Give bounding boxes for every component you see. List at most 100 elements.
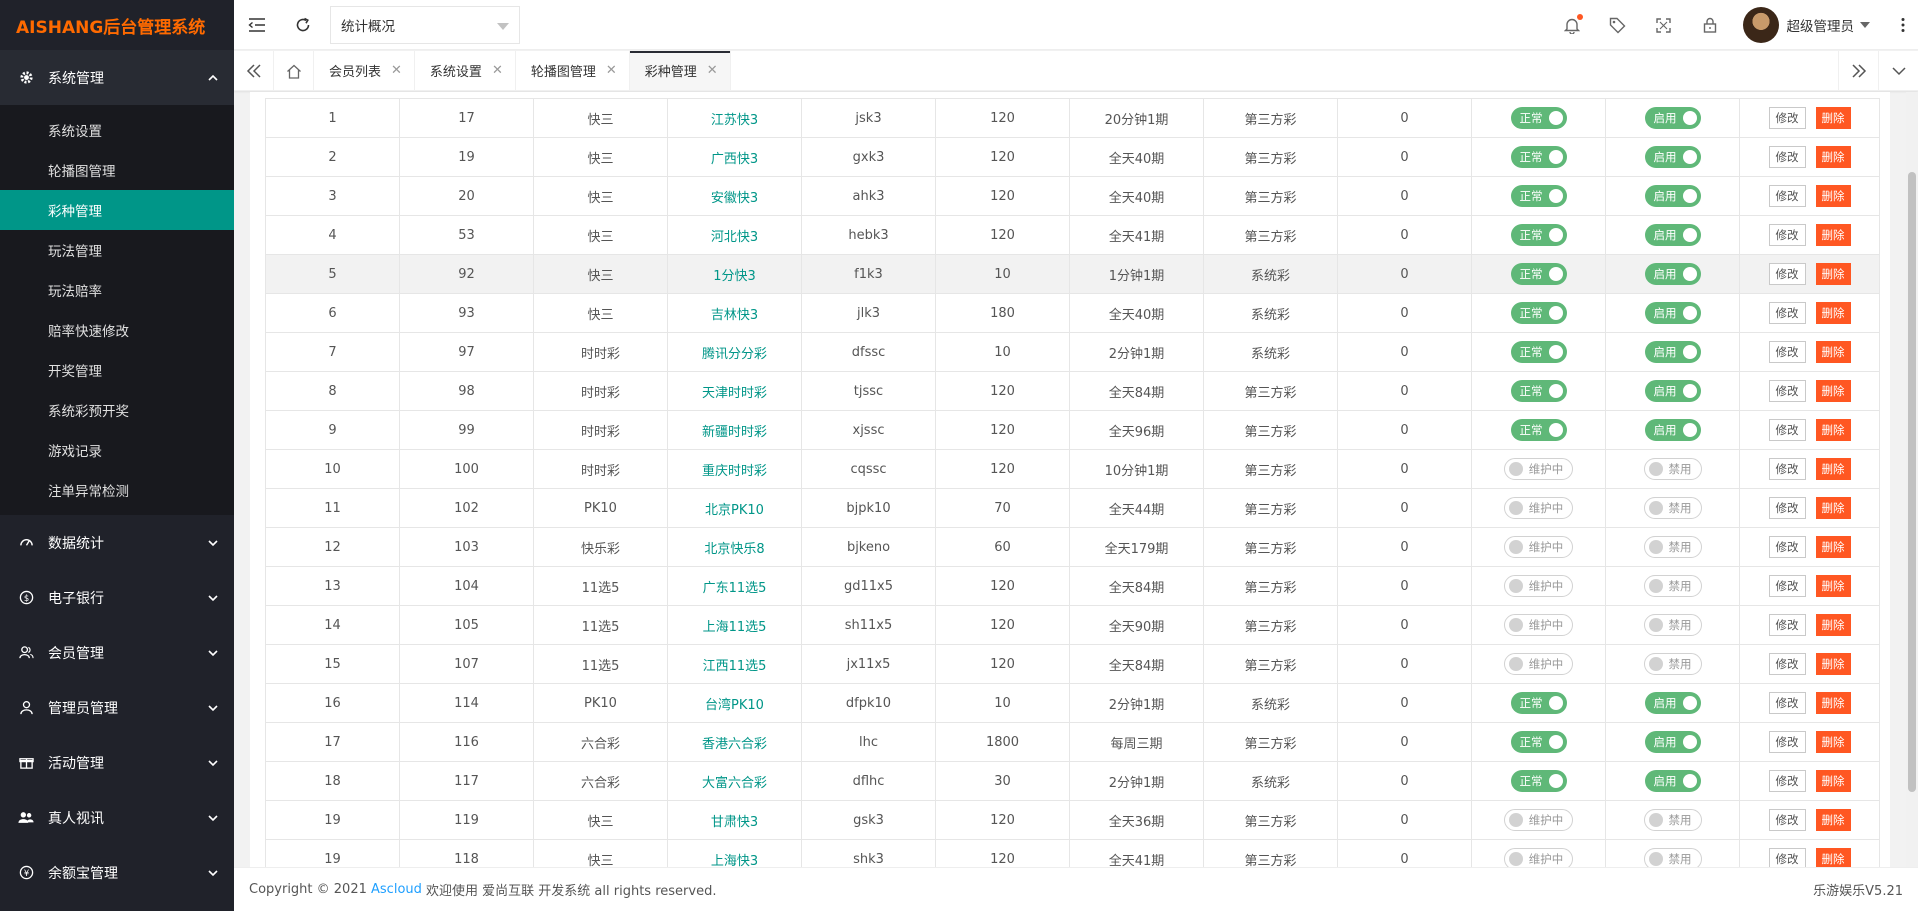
- edit-button[interactable]: 修改: [1768, 770, 1806, 792]
- enabled-switch[interactable]: 禁用: [1643, 536, 1702, 558]
- edit-button[interactable]: 修改: [1768, 809, 1806, 831]
- nav-head-members[interactable]: 会员管理: [0, 625, 234, 680]
- tab-members[interactable]: 会员列表 ✕: [314, 51, 415, 90]
- edit-button[interactable]: 修改: [1768, 146, 1806, 168]
- delete-button[interactable]: 删除: [1815, 263, 1851, 285]
- edit-button[interactable]: 修改: [1768, 575, 1806, 597]
- edit-button[interactable]: 修改: [1768, 497, 1806, 519]
- delete-button[interactable]: 删除: [1815, 146, 1851, 168]
- status-switch[interactable]: 维护中: [1503, 575, 1574, 597]
- avatar[interactable]: [1742, 7, 1779, 43]
- vertical-scrollbar[interactable]: [1906, 92, 1918, 867]
- delete-button[interactable]: 删除: [1815, 770, 1851, 792]
- delete-button[interactable]: 删除: [1815, 497, 1851, 519]
- delete-button[interactable]: 删除: [1815, 809, 1851, 831]
- status-switch[interactable]: 正常: [1510, 224, 1567, 246]
- delete-button[interactable]: 删除: [1815, 185, 1851, 207]
- edit-button[interactable]: 修改: [1768, 302, 1806, 324]
- edit-button[interactable]: 修改: [1768, 692, 1806, 714]
- enabled-switch[interactable]: 启用: [1644, 224, 1701, 246]
- notification-button[interactable]: [1549, 0, 1595, 50]
- status-switch[interactable]: 维护中: [1503, 809, 1574, 831]
- delete-button[interactable]: 删除: [1815, 341, 1851, 363]
- enabled-switch[interactable]: 启用: [1644, 146, 1701, 168]
- status-switch[interactable]: 维护中: [1503, 614, 1574, 636]
- enabled-switch[interactable]: 启用: [1644, 107, 1701, 129]
- status-switch[interactable]: 正常: [1510, 107, 1567, 129]
- edit-button[interactable]: 修改: [1768, 341, 1806, 363]
- delete-button[interactable]: 删除: [1815, 653, 1851, 675]
- close-icon[interactable]: ✕: [391, 63, 402, 78]
- overview-select[interactable]: 统计概况: [330, 5, 520, 44]
- nav-head-admins[interactable]: 管理员管理: [0, 680, 234, 735]
- delete-button[interactable]: 删除: [1815, 731, 1851, 753]
- tabs-menu-button[interactable]: [1878, 51, 1918, 91]
- sidebar-item-quick-odds[interactable]: 赔率快速修改: [0, 310, 234, 350]
- tab-system-settings[interactable]: 系统设置 ✕: [415, 51, 516, 90]
- delete-button[interactable]: 删除: [1815, 575, 1851, 597]
- status-switch[interactable]: 正常: [1510, 146, 1567, 168]
- edit-button[interactable]: 修改: [1768, 653, 1806, 675]
- nav-head-live-video[interactable]: 真人视讯: [0, 790, 234, 845]
- enabled-switch[interactable]: 启用: [1644, 419, 1701, 441]
- status-switch[interactable]: 维护中: [1503, 458, 1574, 480]
- delete-button[interactable]: 删除: [1815, 692, 1851, 714]
- enabled-switch[interactable]: 启用: [1644, 302, 1701, 324]
- enabled-switch[interactable]: 启用: [1644, 380, 1701, 402]
- status-switch[interactable]: 正常: [1510, 419, 1567, 441]
- sidebar-item-game-records[interactable]: 游戏记录: [0, 430, 234, 470]
- menu-toggle-button[interactable]: [234, 0, 280, 50]
- nav-head-bank[interactable]: $ 电子银行: [0, 570, 234, 625]
- edit-button[interactable]: 修改: [1768, 731, 1806, 753]
- more-button[interactable]: [1888, 0, 1918, 50]
- edit-button[interactable]: 修改: [1768, 107, 1806, 129]
- status-switch[interactable]: 正常: [1510, 692, 1567, 714]
- enabled-switch[interactable]: 启用: [1644, 341, 1701, 363]
- enabled-switch[interactable]: 禁用: [1643, 809, 1702, 831]
- sidebar-item-draw-management[interactable]: 开奖管理: [0, 350, 234, 390]
- scrollbar-thumb[interactable]: [1908, 172, 1916, 792]
- enabled-switch[interactable]: 启用: [1644, 263, 1701, 285]
- sidebar-item-system-settings[interactable]: 系统设置: [0, 110, 234, 150]
- edit-button[interactable]: 修改: [1768, 263, 1806, 285]
- enabled-switch[interactable]: 禁用: [1643, 575, 1702, 597]
- tab-lottery-types[interactable]: 彩种管理 ✕: [629, 51, 731, 90]
- status-switch[interactable]: 正常: [1510, 302, 1567, 324]
- status-switch[interactable]: 维护中: [1503, 536, 1574, 558]
- sidebar-item-carousel[interactable]: 轮播图管理: [0, 150, 234, 190]
- lock-screen-button[interactable]: [1687, 0, 1733, 50]
- sidebar-item-lottery-types[interactable]: 彩种管理: [0, 190, 234, 230]
- enabled-switch[interactable]: 启用: [1644, 770, 1701, 792]
- delete-button[interactable]: 删除: [1815, 302, 1851, 324]
- enabled-switch[interactable]: 启用: [1644, 185, 1701, 207]
- delete-button[interactable]: 删除: [1815, 458, 1851, 480]
- theme-button[interactable]: [1595, 0, 1641, 50]
- sidebar-item-bet-anomaly[interactable]: 注单异常检测: [0, 470, 234, 510]
- refresh-button[interactable]: [280, 0, 326, 50]
- delete-button[interactable]: 删除: [1815, 380, 1851, 402]
- app-logo[interactable]: AISHANG后台管理系统: [0, 0, 234, 50]
- enabled-switch[interactable]: 启用: [1644, 731, 1701, 753]
- status-switch[interactable]: 正常: [1510, 341, 1567, 363]
- status-switch[interactable]: 正常: [1510, 380, 1567, 402]
- status-switch[interactable]: 正常: [1510, 185, 1567, 207]
- delete-button[interactable]: 删除: [1815, 419, 1851, 441]
- delete-button[interactable]: 删除: [1815, 224, 1851, 246]
- edit-button[interactable]: 修改: [1768, 536, 1806, 558]
- edit-button[interactable]: 修改: [1768, 224, 1806, 246]
- nav-head-system[interactable]: 系统管理: [0, 50, 234, 105]
- delete-button[interactable]: 删除: [1815, 614, 1851, 636]
- tabs-scroll-right-button[interactable]: [1838, 51, 1878, 91]
- user-name[interactable]: 超级管理员: [1787, 15, 1855, 35]
- delete-button[interactable]: 删除: [1815, 107, 1851, 129]
- tab-carousel[interactable]: 轮播图管理 ✕: [516, 51, 630, 90]
- enabled-switch[interactable]: 禁用: [1643, 458, 1702, 480]
- company-link[interactable]: Ascloud: [371, 882, 422, 897]
- close-icon[interactable]: ✕: [492, 63, 503, 78]
- edit-button[interactable]: 修改: [1768, 614, 1806, 636]
- edit-button[interactable]: 修改: [1768, 380, 1806, 402]
- sidebar-item-play-odds[interactable]: 玩法赔率: [0, 270, 234, 310]
- status-switch[interactable]: 维护中: [1503, 653, 1574, 675]
- status-switch[interactable]: 正常: [1510, 731, 1567, 753]
- enabled-switch[interactable]: 禁用: [1643, 614, 1702, 636]
